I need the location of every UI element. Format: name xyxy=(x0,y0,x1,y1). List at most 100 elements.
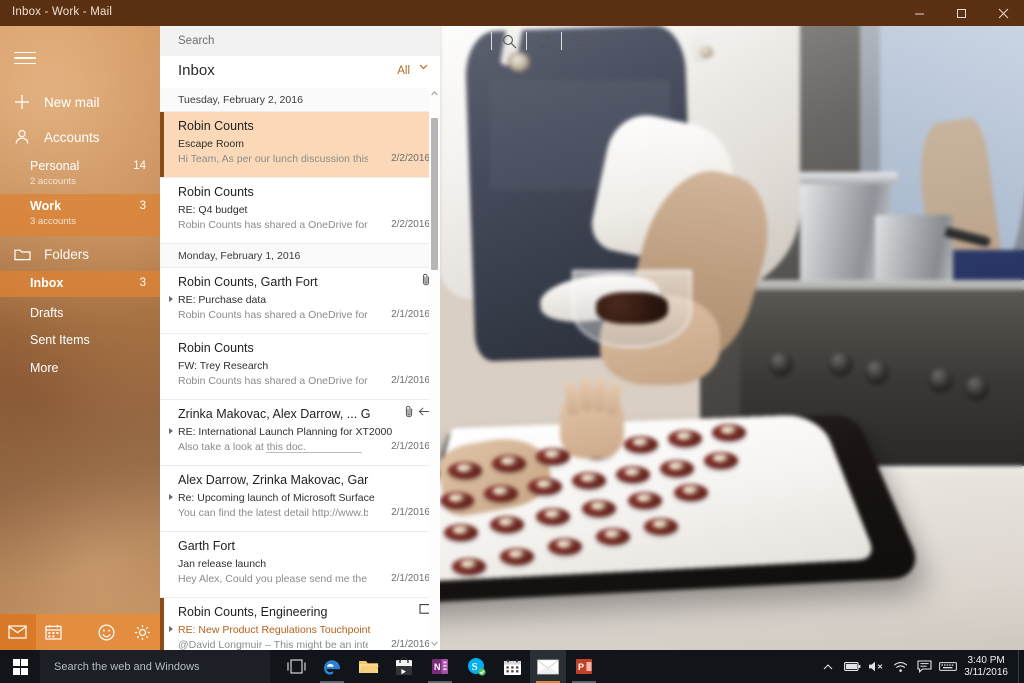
person-icon xyxy=(0,129,44,145)
start-windows-icon xyxy=(13,659,28,674)
close-button[interactable] xyxy=(982,0,1024,26)
chevron-down-icon[interactable] xyxy=(419,64,428,70)
taskbar-pinned-apps: N S xyxy=(278,650,602,683)
message-list-item[interactable]: Garth Fort Jan release launch Hey Alex, … xyxy=(160,532,440,598)
thread-expander-icon[interactable] xyxy=(169,494,173,500)
svg-text:S: S xyxy=(471,661,477,673)
mail-button[interactable] xyxy=(530,650,566,683)
message-sender: Robin Counts xyxy=(178,341,254,355)
account-sub: 2 accounts xyxy=(30,176,76,187)
message-date: 2/1/2016 xyxy=(391,507,430,518)
preview-redaction-line xyxy=(266,452,362,453)
appbar-mail-button[interactable] xyxy=(0,614,36,650)
feedback-smiley-icon xyxy=(98,624,115,641)
sync-button[interactable] xyxy=(527,26,562,56)
wifi-icon[interactable] xyxy=(888,650,912,683)
thread-expander-icon[interactable] xyxy=(169,428,173,434)
filter-label[interactable]: All xyxy=(397,65,410,77)
account-item-personal[interactable]: Personal 2 accounts 14 xyxy=(0,154,160,196)
search-icon xyxy=(502,34,517,49)
chevron-up-icon[interactable] xyxy=(816,650,840,683)
window-title-bar[interactable]: Inbox - Work - Mail xyxy=(0,0,1024,26)
window-title: Inbox - Work - Mail xyxy=(12,6,112,18)
store-button[interactable] xyxy=(386,650,422,683)
powerpoint-button[interactable]: P xyxy=(566,650,602,683)
calendar-button[interactable] xyxy=(494,650,530,683)
task-view-button[interactable] xyxy=(278,650,314,683)
new-mail-button[interactable]: New mail xyxy=(0,86,160,118)
selection-indicator xyxy=(160,112,164,177)
message-list-item[interactable]: Zrinka Makovac, Alex Darrow, ... G RE: I… xyxy=(160,400,440,466)
message-sender: Zrinka Makovac, Alex Darrow, ... G xyxy=(178,407,370,421)
scroll-down-button[interactable] xyxy=(429,638,440,650)
message-sender: Alex Darrow, Zrinka Makovac, Gar xyxy=(178,473,368,487)
keyboard-icon[interactable] xyxy=(936,650,960,683)
attachment-paperclip-icon xyxy=(405,405,414,418)
onenote-button[interactable]: N xyxy=(422,650,458,683)
hamburger-menu-button[interactable] xyxy=(0,38,160,78)
skype-icon: S xyxy=(467,657,486,676)
file-explorer-icon xyxy=(358,658,379,675)
scroll-up-button[interactable] xyxy=(429,88,440,100)
message-list-item[interactable]: Robin Counts RE: Q4 budget Robin Counts … xyxy=(160,178,440,244)
show-desktop-button[interactable] xyxy=(1018,650,1024,683)
edge-browser-button[interactable] xyxy=(314,650,350,683)
accounts-button[interactable]: Accounts xyxy=(0,121,160,153)
account-sub: 3 accounts xyxy=(30,216,76,227)
sync-refresh-icon xyxy=(537,34,552,49)
minimize-button[interactable] xyxy=(898,0,940,26)
account-item-work[interactable]: Work 3 accounts 3 xyxy=(0,194,160,236)
store-icon xyxy=(395,657,413,676)
folder-label: Sent Items xyxy=(30,333,90,347)
message-date: 2/1/2016 xyxy=(391,639,430,650)
message-subject: Jan release launch xyxy=(178,558,266,570)
appbar-calendar-button[interactable] xyxy=(36,614,72,650)
sidebar-item-more[interactable]: More xyxy=(0,356,160,382)
file-explorer-button[interactable] xyxy=(350,650,386,683)
onenote-icon: N xyxy=(431,657,449,676)
sidebar-item-drafts[interactable]: Drafts xyxy=(0,301,160,327)
action-center-icon[interactable] xyxy=(912,650,936,683)
svg-text:N: N xyxy=(434,662,441,672)
sidebar-item-inbox[interactable]: Inbox 3 xyxy=(0,271,160,297)
message-sender: Robin Counts, Garth Fort xyxy=(178,275,318,289)
folder-label: More xyxy=(30,361,58,375)
thread-expander-icon[interactable] xyxy=(169,296,173,302)
screen: Inbox - Work - Mail xyxy=(0,0,1024,683)
message-list-scrollbar[interactable] xyxy=(429,88,440,650)
scrollbar-thumb[interactable] xyxy=(431,118,438,270)
appbar-settings-button[interactable] xyxy=(125,614,161,650)
skype-button[interactable]: S xyxy=(458,650,494,683)
plus-icon xyxy=(0,94,44,110)
message-list-scroll-area[interactable]: Tuesday, February 2, 2016 Robin Counts E… xyxy=(160,88,440,650)
start-button[interactable] xyxy=(0,650,40,683)
account-name: Work xyxy=(30,199,61,213)
message-list-item[interactable]: Robin Counts Escape Room Hi Team, As per… xyxy=(160,112,440,178)
search-input[interactable]: Search xyxy=(160,26,335,56)
selection-mode-button[interactable] xyxy=(562,26,597,56)
selection-mode-icon xyxy=(572,34,588,48)
appbar-feedback-button[interactable] xyxy=(89,614,125,650)
maximize-button[interactable] xyxy=(940,0,982,26)
scrollbar-track[interactable] xyxy=(429,100,440,638)
message-icons xyxy=(405,405,431,418)
search-button[interactable] xyxy=(492,26,527,56)
account-name: Personal xyxy=(30,159,79,173)
taskbar-search-placeholder: Search the web and Windows xyxy=(54,661,200,673)
message-subject: Escape Room xyxy=(178,138,244,150)
svg-text:P: P xyxy=(578,662,584,672)
sidebar-item-sent-items[interactable]: Sent Items xyxy=(0,328,160,354)
taskbar-search-input[interactable]: Search the web and Windows xyxy=(40,650,270,683)
message-list-item[interactable]: Alex Darrow, Zrinka Makovac, Gar Re: Upc… xyxy=(160,466,440,532)
speaker-muted-icon[interactable] xyxy=(864,650,888,683)
message-list-item[interactable]: Robin Counts, Garth Fort RE: Purchase da… xyxy=(160,268,440,334)
message-list-header: Inbox All xyxy=(160,56,440,88)
taskbar-clock[interactable]: 3:40 PM 3/11/2016 xyxy=(960,655,1018,679)
folders-button[interactable]: Folders xyxy=(0,240,160,268)
message-list-item[interactable]: Robin Counts FW: Trey Research Robin Cou… xyxy=(160,334,440,400)
thread-expander-icon[interactable] xyxy=(169,626,173,632)
folder-icon xyxy=(0,247,44,261)
battery-icon[interactable] xyxy=(840,650,864,683)
message-subject: RE: International Launch Planning for XT… xyxy=(178,426,392,438)
date-group-header: Monday, February 1, 2016 xyxy=(160,244,440,268)
